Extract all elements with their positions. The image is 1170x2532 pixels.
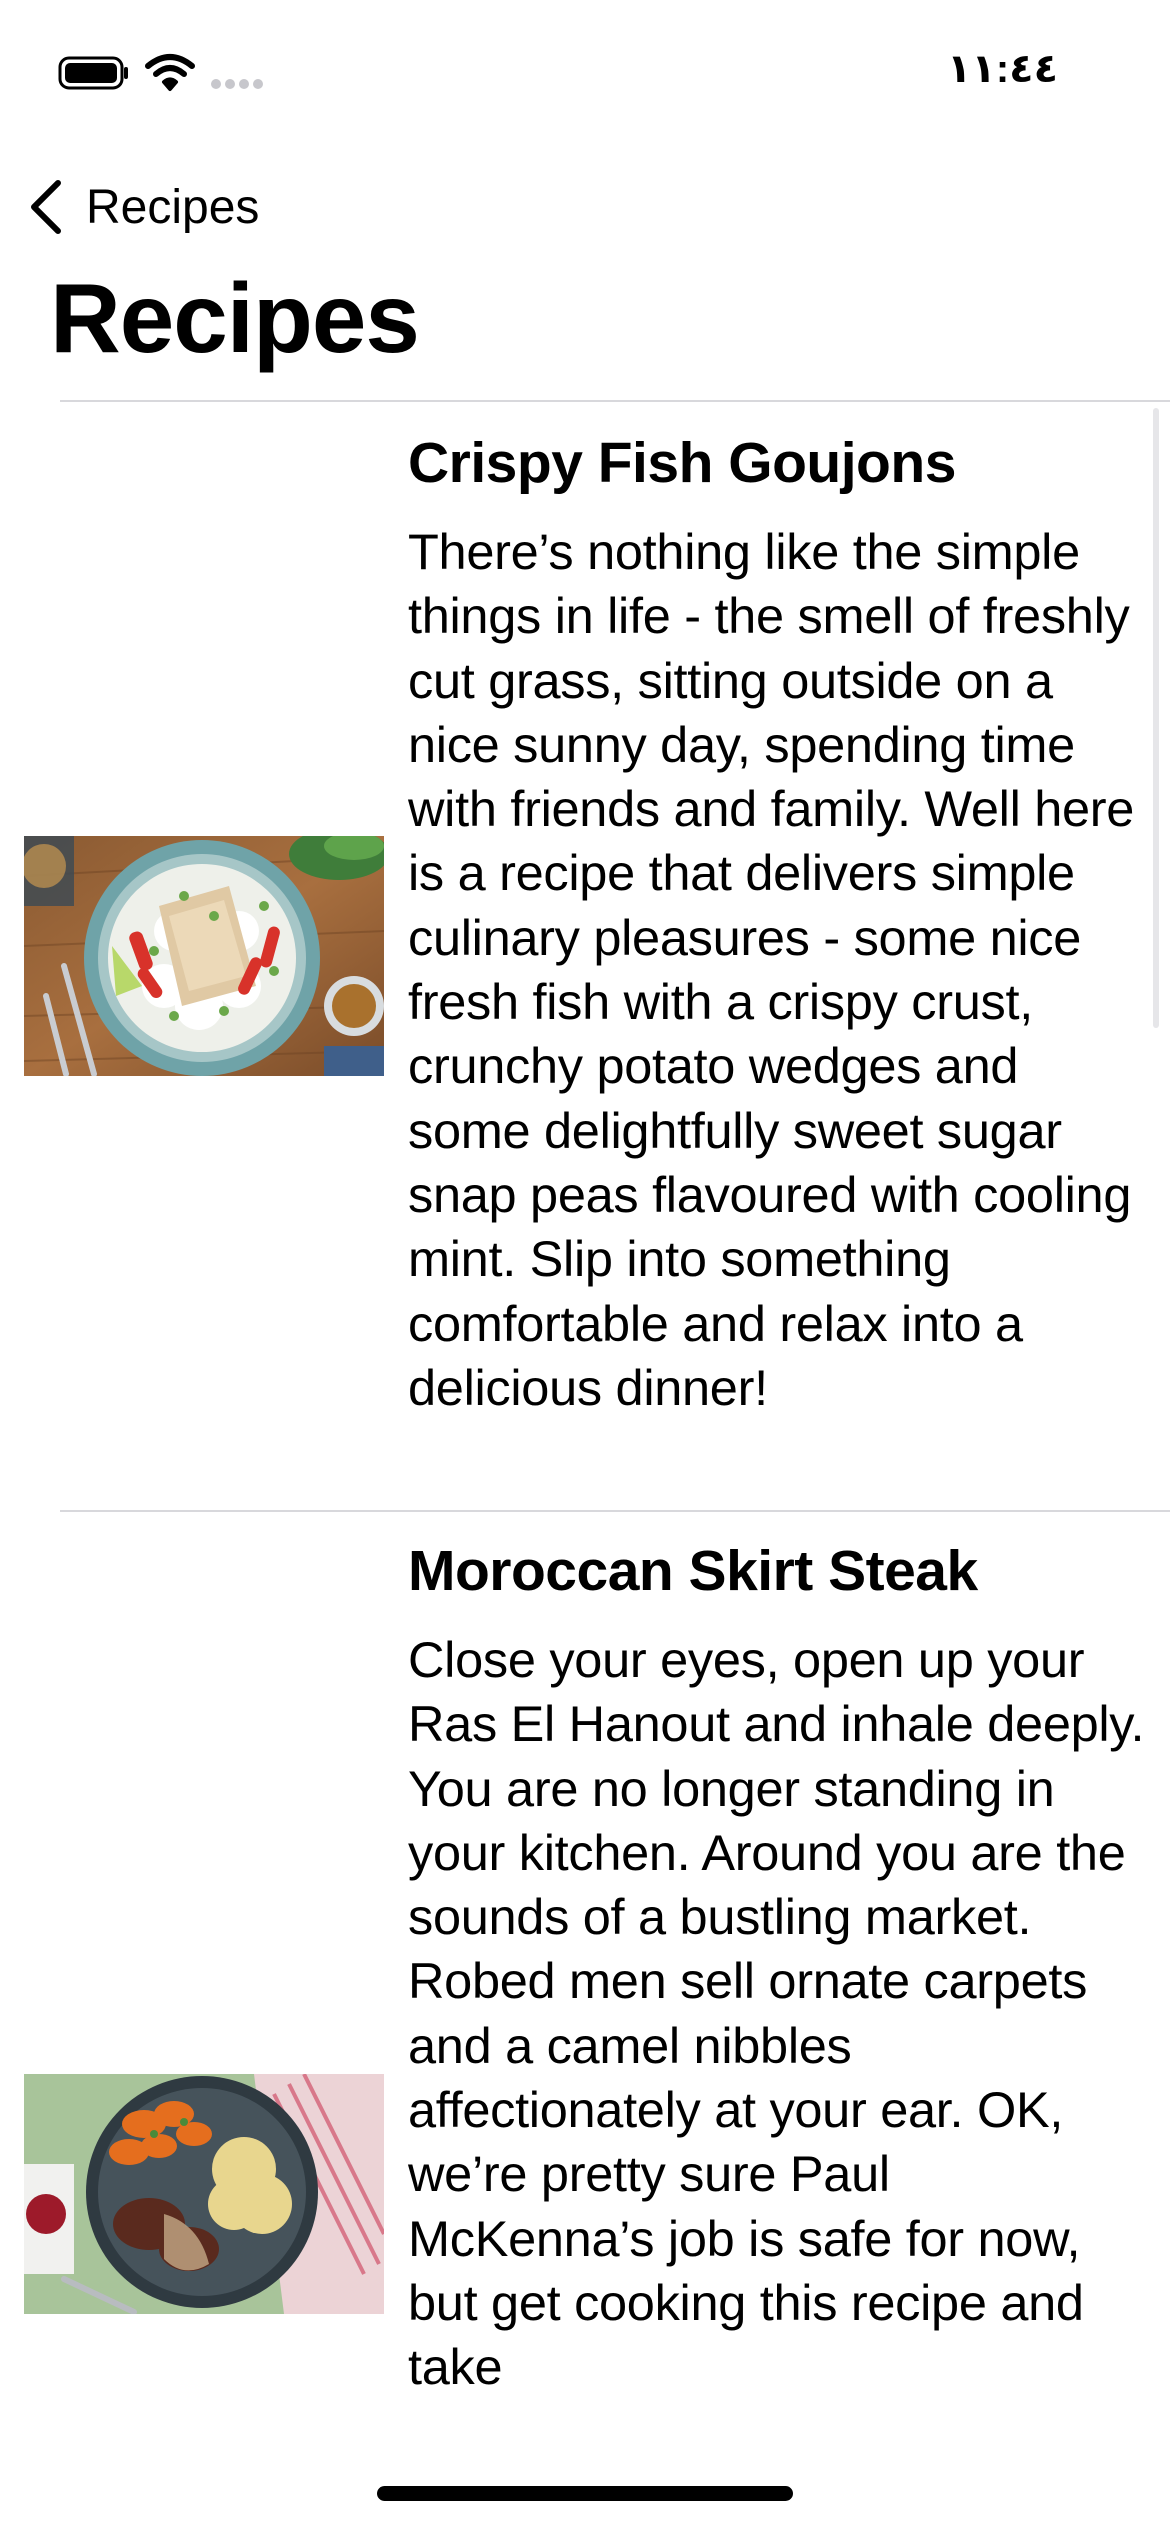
fish-dish-image: [24, 836, 384, 1076]
scroll-indicator[interactable]: [1153, 408, 1159, 1028]
fish-dish-photo: [24, 836, 384, 1076]
recipe-description: There’s nothing like the simple things i…: [408, 523, 1135, 1416]
recipe-title: Moroccan Skirt Steak: [408, 1539, 978, 1603]
steak-dish-image: [24, 2074, 384, 2314]
recipe-list[interactable]: Crispy Fish Goujons There’s nothing like…: [0, 400, 1170, 2430]
wifi-icon: [145, 54, 195, 91]
back-button-label: Recipes: [86, 180, 260, 234]
cellular-signal-icon: [211, 79, 263, 89]
recipe-row[interactable]: Crispy Fish Goujons There’s nothing like…: [0, 402, 1170, 1510]
recipe-title: Crispy Fish Goujons: [408, 431, 956, 495]
recipe-row[interactable]: Moroccan Skirt Steak Close your eyes, op…: [0, 1512, 1170, 2430]
battery-icon: [58, 56, 128, 90]
home-indicator[interactable]: [377, 2486, 793, 2501]
steak-dish-photo: [24, 2074, 384, 2314]
status-clock: ١١:٤٤: [947, 47, 1058, 91]
back-button[interactable]: Recipes: [26, 172, 259, 242]
status-bar: ١١:٤٤: [0, 0, 1170, 130]
page-title: Recipes: [50, 263, 420, 373]
recipe-description: Close your eyes, open up your Ras El Han…: [408, 1631, 1145, 2396]
chevron-left-icon: [31, 180, 61, 234]
